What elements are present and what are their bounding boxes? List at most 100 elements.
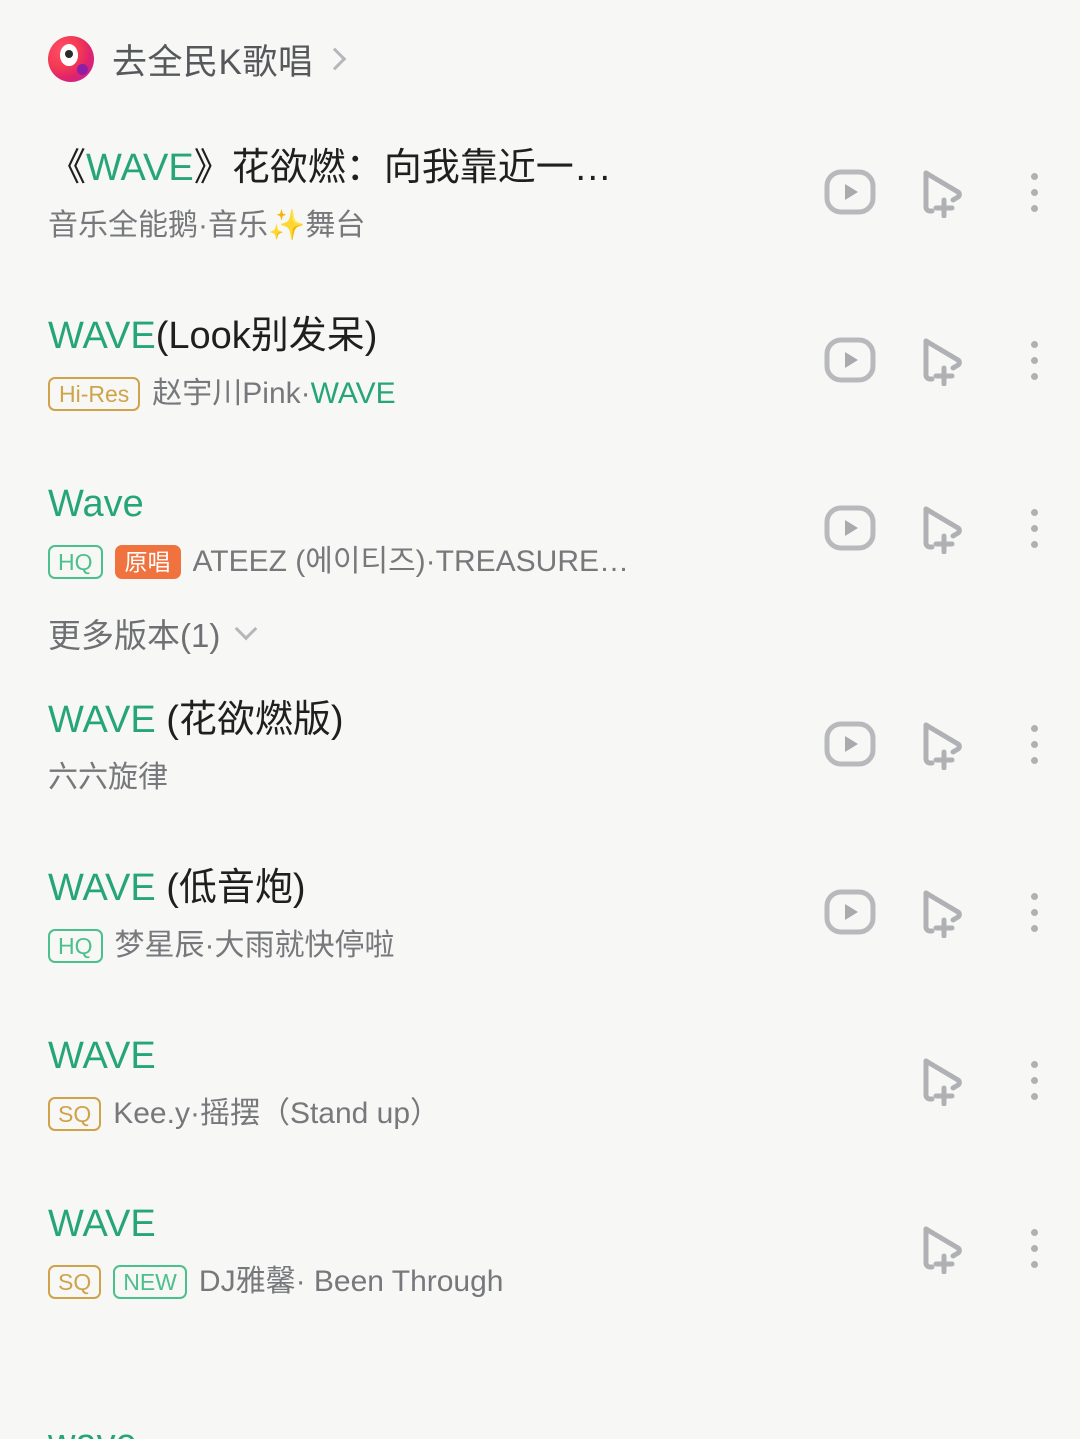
song-title-part: WAVE	[48, 1035, 156, 1077]
song-title-part: WAVE	[48, 867, 156, 909]
song-title: 《WAVE》花欲燃：向我靠近一…	[48, 144, 780, 192]
song-subtitle: Hi-Res 赵宇川Pink·WAVE	[48, 374, 780, 414]
song-subtitle-part: WAVE	[310, 377, 396, 410]
add-to-playlist-icon[interactable]	[896, 318, 988, 402]
song-subtitle-part: 赵宇川Pink·	[152, 377, 311, 410]
song-title-part: WAVE	[48, 1203, 156, 1245]
song-artist-album: 梦星辰·大雨就快停啦	[115, 926, 395, 966]
song-subtitle-part: ATEEZ (에이티즈)·TREASURE…	[192, 545, 630, 578]
song-title: WAVE	[48, 1032, 780, 1080]
song-actions	[804, 1006, 1080, 1122]
song-row[interactable]: WAVE SQ Kee.y·摇摆（Stand up）	[0, 1006, 1080, 1174]
song-title: Wave	[48, 480, 780, 528]
song-title: WAVE(Look别发呆)	[48, 312, 780, 360]
more-options-icon[interactable]	[988, 1038, 1080, 1122]
song-subtitle: 音乐全能鹅·音乐✨舞台	[48, 206, 780, 246]
song-subtitle: SQ Kee.y·摇摆（Stand up）	[48, 1094, 780, 1134]
song-actions	[804, 670, 1080, 786]
song-title-part: 》花欲燃：向我靠近一…	[193, 147, 612, 189]
more-dots	[1030, 340, 1038, 380]
song-title-part: WAVE	[86, 147, 194, 189]
add-to-playlist-icon[interactable]	[896, 486, 988, 570]
song-subtitle-part: DJ雅馨· Been Through	[198, 1265, 504, 1298]
more-options-icon[interactable]	[988, 318, 1080, 402]
song-search-results-screen: 去全民K歌唱 《WAVE》花欲燃：向我靠近一… 音乐全能鹅·音乐✨舞台 WAVE…	[0, 0, 1080, 1439]
mv-play-icon[interactable]	[804, 702, 896, 786]
wesing-entry-label: 去全民K歌唱	[112, 42, 314, 82]
song-actions	[804, 1174, 1080, 1290]
song-title-part: WAVE	[48, 315, 156, 357]
more-dots	[1030, 508, 1038, 548]
more-options-icon[interactable]	[988, 870, 1080, 954]
song-artist-album: Kee.y·摇摆（Stand up）	[113, 1094, 440, 1134]
add-to-playlist-icon[interactable]	[896, 1206, 988, 1290]
mv-icon-placeholder	[804, 1038, 896, 1122]
badge-hires: Hi-Res	[48, 377, 141, 411]
more-dots	[1030, 172, 1038, 212]
more-dots	[1030, 724, 1038, 764]
song-row[interactable]: Wave HQ 原唱 ATEEZ (에이티즈)·TREASURE…	[0, 454, 1080, 622]
cut-off-song-title: wave	[48, 1419, 137, 1439]
mv-play-icon[interactable]	[804, 870, 896, 954]
song-artist-album: ATEEZ (에이티즈)·TREASURE…	[193, 542, 630, 582]
badge-sq: SQ	[48, 1097, 102, 1131]
add-to-playlist-icon[interactable]	[896, 702, 988, 786]
song-row[interactable]: 《WAVE》花欲燃：向我靠近一… 音乐全能鹅·音乐✨舞台	[0, 118, 1080, 286]
song-row[interactable]: WAVE SQ NEW DJ雅馨· Been Through	[0, 1174, 1080, 1342]
more-options-icon[interactable]	[988, 486, 1080, 570]
badge-new: NEW	[113, 1265, 187, 1299]
wesing-entry-bar[interactable]: 去全民K歌唱	[0, 0, 1080, 118]
song-subtitle: HQ 梦星辰·大雨就快停啦	[48, 926, 780, 966]
song-title-part: 《	[48, 147, 87, 189]
more-options-icon[interactable]	[988, 1206, 1080, 1290]
add-to-playlist-icon[interactable]	[896, 1038, 988, 1122]
song-subtitle: 六六旋律	[48, 758, 780, 798]
mv-play-icon[interactable]	[804, 150, 896, 234]
song-info[interactable]: WAVE SQ NEW DJ雅馨· Been Through	[48, 1174, 804, 1302]
song-info[interactable]: Wave HQ 原唱 ATEEZ (에이티즈)·TREASURE…	[48, 454, 804, 582]
song-info[interactable]: WAVE (低音炮) HQ 梦星辰·大雨就快停啦	[48, 838, 804, 966]
song-actions	[804, 286, 1080, 402]
song-info[interactable]: WAVE (花欲燃版) 六六旋律	[48, 670, 804, 798]
badge-sq: SQ	[48, 1265, 102, 1299]
more-dots	[1030, 1228, 1038, 1268]
badge-orig: 原唱	[114, 545, 181, 579]
badge-hq: HQ	[48, 545, 103, 579]
song-title-part: WAVE	[48, 699, 156, 741]
wesing-logo-dot	[77, 64, 88, 75]
more-dots	[1030, 892, 1038, 932]
song-row[interactable]: WAVE (花欲燃版) 六六旋律	[0, 670, 1080, 838]
song-title-part: (Look别发呆)	[155, 315, 378, 357]
more-options-icon[interactable]	[988, 702, 1080, 786]
song-artist-album: 赵宇川Pink·WAVE	[152, 374, 395, 414]
song-title: WAVE	[48, 1200, 780, 1248]
song-artist-album: 音乐全能鹅·音乐✨舞台	[48, 206, 365, 246]
song-row[interactable]: WAVE (低音炮) HQ 梦星辰·大雨就快停啦	[0, 838, 1080, 1006]
badge-hq: HQ	[48, 929, 103, 963]
song-list: 《WAVE》花欲燃：向我靠近一… 音乐全能鹅·音乐✨舞台 WAVE(Look别发…	[0, 118, 1080, 1342]
song-actions	[804, 838, 1080, 954]
mv-play-icon[interactable]	[804, 486, 896, 570]
more-options-icon[interactable]	[988, 150, 1080, 234]
song-info[interactable]: WAVE SQ Kee.y·摇摆（Stand up）	[48, 1006, 804, 1134]
song-subtitle-part: 梦星辰·大雨就快停啦	[114, 929, 395, 962]
add-to-playlist-icon[interactable]	[896, 150, 988, 234]
song-subtitle-part: 六六旋律	[48, 761, 168, 794]
wesing-logo	[48, 36, 94, 82]
song-info[interactable]: WAVE(Look别发呆) Hi-Res 赵宇川Pink·WAVE	[48, 286, 804, 414]
song-artist-album: DJ雅馨· Been Through	[199, 1262, 504, 1302]
mv-icon-placeholder	[804, 1206, 896, 1290]
song-actions	[804, 118, 1080, 234]
mv-play-icon[interactable]	[804, 318, 896, 402]
add-to-playlist-icon[interactable]	[896, 870, 988, 954]
song-info[interactable]: 《WAVE》花欲燃：向我靠近一… 音乐全能鹅·音乐✨舞台	[48, 118, 804, 246]
song-title: WAVE (花欲燃版)	[48, 696, 780, 744]
song-row[interactable]: WAVE(Look别发呆) Hi-Res 赵宇川Pink·WAVE	[0, 286, 1080, 454]
song-subtitle-part: ✨	[268, 209, 306, 242]
song-title: WAVE (低音炮)	[48, 864, 780, 912]
song-actions	[804, 454, 1080, 570]
more-dots	[1030, 1060, 1038, 1100]
song-subtitle-part: Kee.y·摇摆（Stand up）	[113, 1097, 441, 1130]
song-subtitle-part: 舞台	[305, 209, 366, 242]
song-subtitle: SQ NEW DJ雅馨· Been Through	[48, 1262, 780, 1302]
